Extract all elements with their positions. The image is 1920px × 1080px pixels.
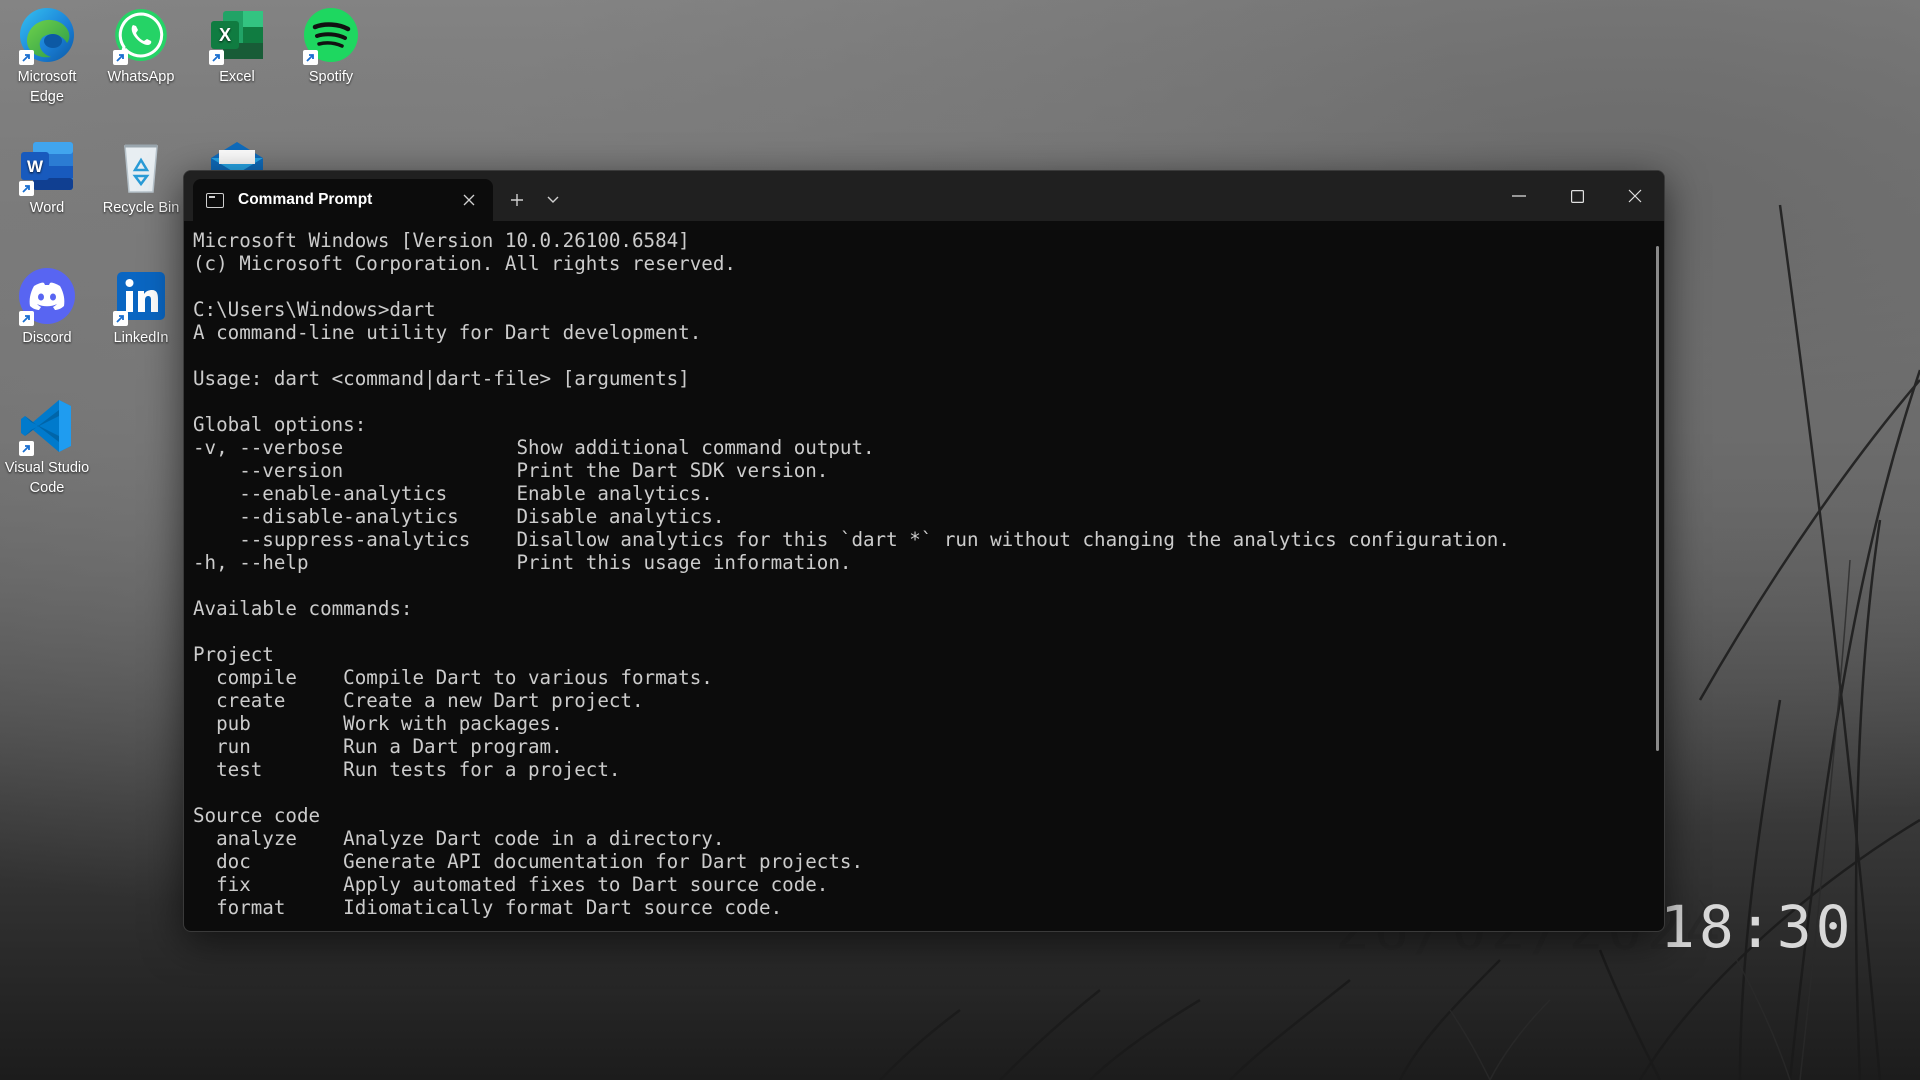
desktop-icon-label: Word <box>29 200 65 216</box>
desktop-icon-recycle-bin[interactable]: Recycle Bin <box>94 136 188 218</box>
close-window-button[interactable] <box>1606 171 1664 221</box>
desktop-icon-whatsapp[interactable]: WhatsApp <box>94 5 188 87</box>
desktop-icon-linkedin[interactable]: LinkedIn <box>94 266 188 348</box>
new-tab-button[interactable] <box>499 182 535 218</box>
tab-dropdown-button[interactable] <box>535 182 571 218</box>
shortcut-arrow-icon <box>19 311 34 326</box>
svg-text:W: W <box>27 157 44 176</box>
desktop-icon-spotify[interactable]: Spotify <box>284 5 378 87</box>
terminal-line: --enable-analytics Enable analytics. <box>193 482 713 505</box>
close-icon <box>1628 189 1642 203</box>
shortcut-arrow-icon <box>19 50 34 65</box>
terminal-line: run Run a Dart program. <box>193 735 563 758</box>
discord-icon <box>17 266 77 326</box>
terminal-line: pub Work with packages. <box>193 712 563 735</box>
terminal-line: create Create a new Dart project. <box>193 689 644 712</box>
terminal-line: compile Compile Dart to various formats. <box>193 666 713 689</box>
desktop-icon-label: Spotify <box>308 69 354 85</box>
shortcut-arrow-icon <box>209 50 224 65</box>
window-controls <box>1490 171 1664 221</box>
recycle-bin-icon <box>111 136 171 196</box>
tab-title: Command Prompt <box>238 191 373 208</box>
title-bar[interactable]: Command Prompt <box>184 171 1664 221</box>
desktop-icon-label: LinkedIn <box>113 330 169 346</box>
tab-command-prompt[interactable]: Command Prompt <box>193 179 493 221</box>
linkedin-icon <box>111 266 171 326</box>
terminal-line: Source code <box>193 804 321 827</box>
terminal-line: -h, --help Print this usage information. <box>193 551 852 574</box>
whatsapp-icon <box>111 5 171 65</box>
desktop-icon-label: WhatsApp <box>107 69 175 85</box>
terminal-line: -v, --verbose Show additional command ou… <box>193 436 875 459</box>
terminal-line: Project <box>193 643 274 666</box>
word-icon: W <box>17 136 77 196</box>
minimize-icon <box>1512 195 1526 197</box>
terminal-line: test Run tests for a project. <box>193 758 621 781</box>
desktop-icon-label: Microsoft Edge <box>17 69 77 105</box>
terminal-line: Microsoft Windows [Version 10.0.26100.65… <box>193 229 690 252</box>
desktop-icon-label: Recycle Bin <box>102 200 180 216</box>
terminal-line: doc Generate API documentation for Dart … <box>193 850 864 873</box>
plus-icon <box>511 194 523 206</box>
shortcut-arrow-icon <box>113 311 128 326</box>
terminal-line: --disable-analytics Disable analytics. <box>193 505 725 528</box>
terminal-line: --suppress-analytics Disallow analytics … <box>193 528 1510 551</box>
terminal-line: (c) Microsoft Corporation. All rights re… <box>193 252 736 275</box>
close-icon <box>463 194 475 206</box>
desktop-icon-edge[interactable]: Microsoft Edge <box>0 5 94 107</box>
maximize-button[interactable] <box>1548 171 1606 221</box>
shortcut-arrow-icon <box>303 50 318 65</box>
terminal-line: fix Apply automated fixes to Dart source… <box>193 873 829 896</box>
shortcut-arrow-icon <box>19 181 34 196</box>
terminal-line: format Idiomatically format Dart source … <box>193 896 783 919</box>
desktop-icon-word[interactable]: W Word <box>0 136 94 218</box>
chevron-down-icon <box>547 196 559 203</box>
desktop-icon-label: Excel <box>219 69 255 85</box>
desktop-icon-label: Visual Studio Code <box>4 460 90 496</box>
terminal-line: Global options: <box>193 413 367 436</box>
desktop-icon-label: Discord <box>22 330 72 346</box>
minimize-button[interactable] <box>1490 171 1548 221</box>
excel-icon: X <box>207 5 267 65</box>
desktop-icon-excel[interactable]: X Excel <box>190 5 284 87</box>
terminal-line: Usage: dart <command|dart-file> [argumen… <box>193 367 690 390</box>
terminal-line: C:\Users\Windows>dart <box>193 298 436 321</box>
maximize-icon <box>1570 189 1584 203</box>
shortcut-arrow-icon <box>19 441 34 456</box>
spotify-icon <box>301 5 361 65</box>
desktop-icon-vscode[interactable]: Visual Studio Code <box>0 396 94 498</box>
scrollbar[interactable] <box>1656 246 1659 751</box>
svg-text:X: X <box>219 25 231 45</box>
terminal-line: --version Print the Dart SDK version. <box>193 459 829 482</box>
vscode-icon <box>17 396 77 456</box>
terminal-icon <box>206 192 224 208</box>
terminal-line: Available commands: <box>193 597 413 620</box>
terminal-line: analyze Analyze Dart code in a directory… <box>193 827 725 850</box>
terminal-output[interactable]: Microsoft Windows [Version 10.0.26100.65… <box>184 221 1664 931</box>
shortcut-arrow-icon <box>113 50 128 65</box>
command-prompt-window[interactable]: Command Prompt Microsoft Windows [Versio… <box>183 170 1665 932</box>
edge-icon <box>17 5 77 65</box>
terminal-line: A command-line utility for Dart developm… <box>193 321 702 344</box>
desktop-icon-discord[interactable]: Discord <box>0 266 94 348</box>
close-tab-button[interactable] <box>459 190 479 210</box>
wallpaper-time: 18:30 <box>1660 893 1855 961</box>
